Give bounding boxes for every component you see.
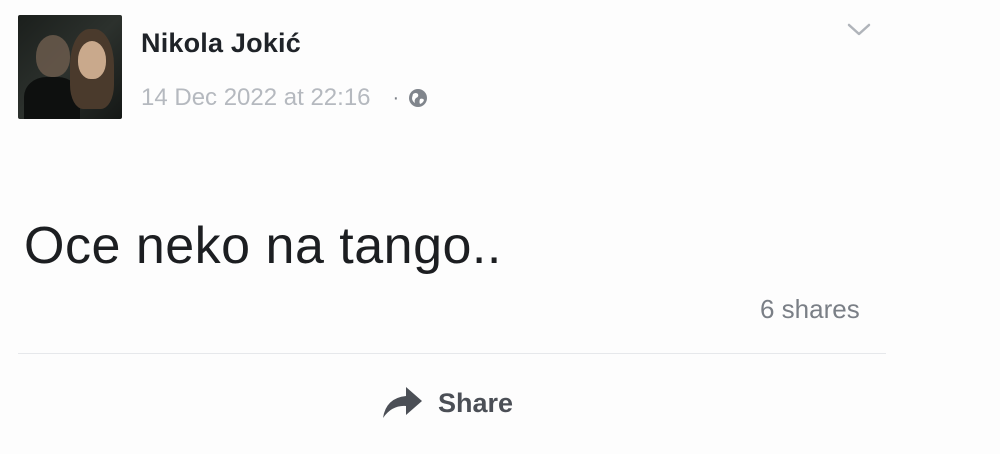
globe-icon xyxy=(407,87,429,109)
share-label: Share xyxy=(438,387,514,418)
avatar-face-left xyxy=(36,35,70,77)
post-text: Oce neko na tango.. xyxy=(24,217,502,275)
author-name[interactable]: Nikola Jokić xyxy=(141,28,301,59)
chevron-down-icon[interactable] xyxy=(846,20,872,40)
share-button[interactable]: Share xyxy=(380,384,513,422)
profile-avatar[interactable] xyxy=(18,15,122,119)
post-card: Nikola Jokić 14 Dec 2022 at 22:16 · Oce … xyxy=(0,0,1000,454)
action-divider xyxy=(18,353,886,354)
post-timestamp[interactable]: 14 Dec 2022 at 22:16 xyxy=(141,84,371,112)
avatar-face-right xyxy=(78,41,106,79)
post-meta: 14 Dec 2022 at 22:16 · xyxy=(141,84,429,112)
shares-count[interactable]: 6 shares xyxy=(760,294,860,325)
share-arrow-icon xyxy=(380,384,424,422)
meta-separator: · xyxy=(392,86,400,109)
